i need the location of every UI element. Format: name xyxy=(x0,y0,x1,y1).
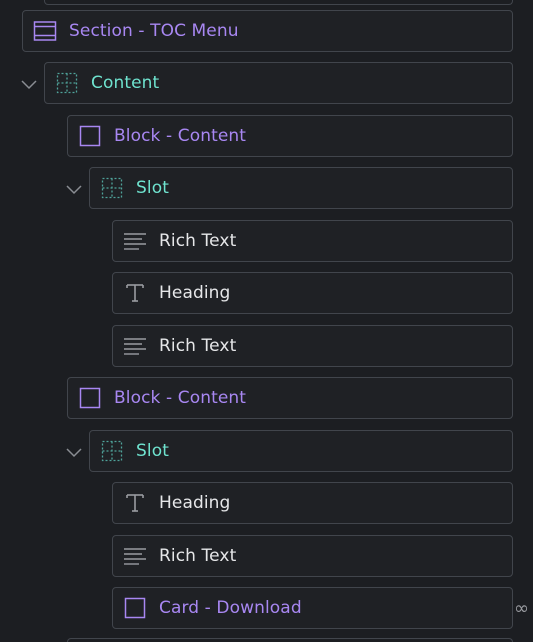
slot-icon xyxy=(55,71,79,95)
chevron-down-icon[interactable] xyxy=(64,442,84,462)
tree-row-rich-text[interactable]: Rich Text xyxy=(112,535,513,577)
tree-row-label: Content xyxy=(91,73,160,93)
tree-row-label: Heading xyxy=(159,493,231,513)
infinity-icon: ∞ xyxy=(514,598,529,619)
tree-row-card-download[interactable]: Card - Download xyxy=(112,587,513,629)
heading-icon xyxy=(123,491,147,515)
tree-row-slot[interactable]: Slot xyxy=(89,167,513,209)
block-icon xyxy=(78,124,102,148)
tree-row-rich-text[interactable]: Rich Text xyxy=(112,220,513,262)
rich-text-icon xyxy=(123,334,147,358)
tree-row-rich-text[interactable]: Rich Text xyxy=(112,325,513,367)
chevron-down-icon[interactable] xyxy=(64,179,84,199)
tree-row-block-content[interactable]: Block - Content xyxy=(67,115,513,157)
tree-row-partial-top xyxy=(44,0,513,5)
tree-row-label: Rich Text xyxy=(159,231,237,251)
block-icon xyxy=(78,386,102,410)
rich-text-icon xyxy=(123,544,147,568)
tree-row-label: Slot xyxy=(136,178,169,198)
tree-row-label: Rich Text xyxy=(159,546,237,566)
tree-row-block-content[interactable]: Block - Content xyxy=(67,377,513,419)
tree-row-heading[interactable]: Heading xyxy=(112,482,513,524)
tree-row-heading[interactable]: Heading xyxy=(112,272,513,314)
tree-row-label: Block - Content xyxy=(114,126,247,146)
tree-row-slot[interactable]: Slot xyxy=(89,430,513,472)
slot-icon xyxy=(100,176,124,200)
tree-row-label: Card - Download xyxy=(159,598,302,618)
tree-row-label: Block - Content xyxy=(114,388,247,408)
tree-row-content[interactable]: Content xyxy=(44,62,513,104)
tree-row-label: Section - TOC Menu xyxy=(69,21,239,41)
component-tree: Section - TOC Menu Content Block - Conte… xyxy=(0,0,533,642)
tree-row-label: Heading xyxy=(159,283,231,303)
heading-icon xyxy=(123,281,147,305)
slot-icon xyxy=(100,439,124,463)
rich-text-icon xyxy=(123,229,147,253)
tree-row-label: Rich Text xyxy=(159,336,237,356)
tree-row-partial-bottom xyxy=(67,638,513,642)
chevron-down-icon[interactable] xyxy=(19,74,39,94)
tree-row-section-toc-menu[interactable]: Section - TOC Menu xyxy=(22,10,513,52)
section-icon xyxy=(33,19,57,43)
tree-row-label: Slot xyxy=(136,441,169,461)
block-icon xyxy=(123,596,147,620)
